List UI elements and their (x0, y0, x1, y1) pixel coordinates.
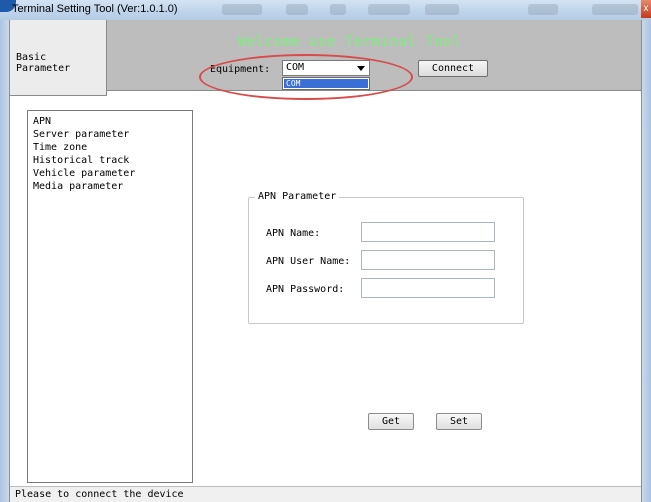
connect-button[interactable]: Connect (418, 60, 488, 77)
apn-user-name-input[interactable] (361, 250, 495, 270)
tab-basic-parameter[interactable]: Basic Parameter (10, 20, 107, 96)
sidebar-item-historical-track[interactable]: Historical track (33, 154, 135, 167)
apn-group-title: APN Parameter (255, 191, 340, 202)
apn-name-label: APN Name: (266, 228, 321, 239)
status-bar: Please to connect the device (10, 486, 641, 502)
apn-password-input[interactable] (361, 278, 495, 298)
apn-name-input[interactable] (361, 222, 495, 242)
apn-user-name-label: APN User Name: (266, 256, 351, 267)
annotation-circle (199, 54, 413, 100)
status-text: Please to connect the device (15, 489, 184, 500)
get-button[interactable]: Get (368, 413, 414, 430)
blurred-title-region (592, 4, 638, 15)
blurred-title-region (222, 4, 262, 15)
sidebar: APN Server parameter Time zone Historica… (27, 110, 193, 483)
set-button[interactable]: Set (436, 413, 482, 430)
sidebar-item-server-parameter[interactable]: Server parameter (33, 128, 135, 141)
sidebar-item-time-zone[interactable]: Time zone (33, 141, 135, 154)
blurred-title-region (330, 4, 346, 15)
blurred-title-region (528, 4, 558, 15)
sidebar-item-media-parameter[interactable]: Media parameter (33, 180, 135, 193)
apn-password-label: APN Password: (266, 284, 345, 295)
sidebar-item-apn[interactable]: APN (33, 115, 135, 128)
window-left-border (0, 20, 9, 502)
blurred-title-region (368, 4, 410, 15)
title-bar: Terminal Setting Tool (Ver:1.0.1.0) x (0, 0, 651, 20)
blurred-title-region (286, 4, 308, 15)
tab-basic-parameter-label: Basic Parameter (16, 52, 71, 74)
close-icon[interactable]: x (641, 0, 651, 18)
welcome-banner: Welcome use Terminal Tool (238, 34, 462, 50)
blurred-title-region (425, 4, 459, 15)
sidebar-item-vehicle-parameter[interactable]: Vehicle parameter (33, 167, 135, 180)
window-right-border (642, 20, 651, 502)
sidebar-menu: APN Server parameter Time zone Historica… (33, 115, 135, 193)
window-title: Terminal Setting Tool (Ver:1.0.1.0) (12, 3, 178, 15)
